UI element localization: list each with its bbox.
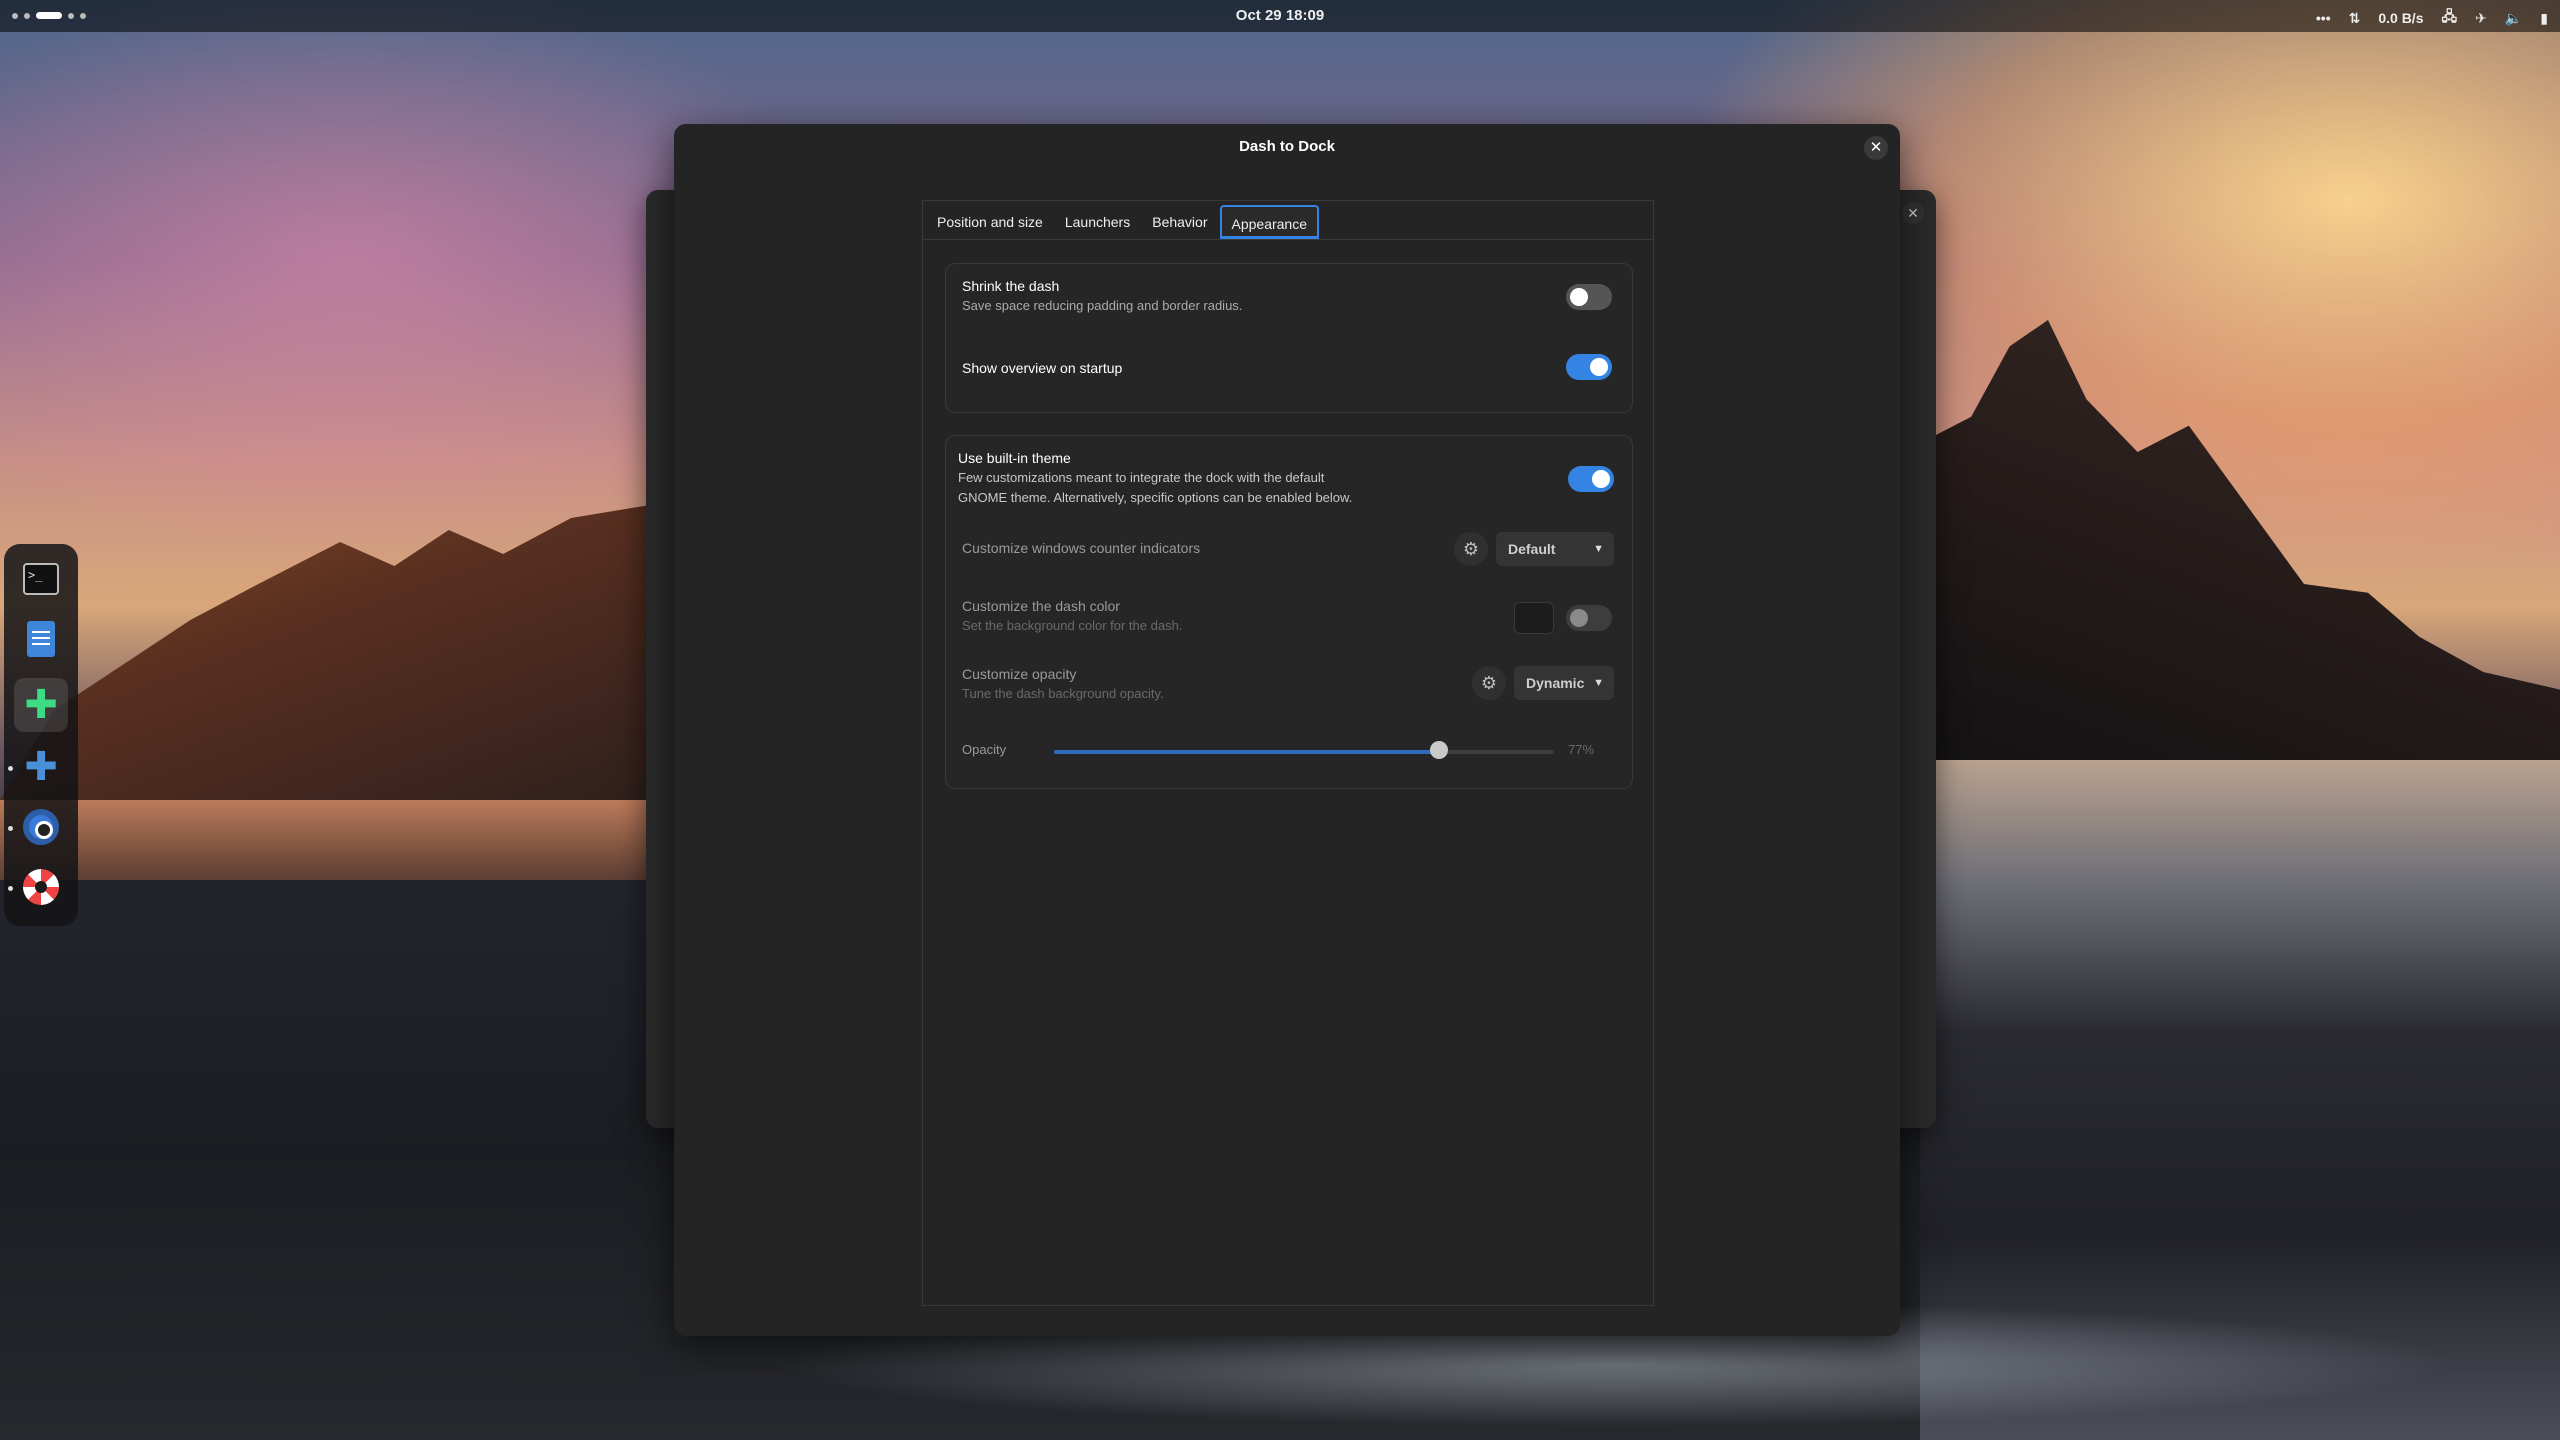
workspace-indicator[interactable]	[12, 12, 86, 19]
airplane-icon[interactable]: ✈	[2475, 10, 2487, 27]
extensions-icon: ✚	[24, 745, 58, 789]
running-indicator	[8, 766, 13, 771]
row-customize-opacity: Customize opacity Tune the dash backgrou…	[946, 666, 1632, 710]
workspace-active[interactable]	[36, 12, 62, 19]
battery-icon[interactable]: ▮	[2540, 10, 2548, 27]
titlebar[interactable]: Dash to Dock ✕	[674, 124, 1900, 176]
row-opacity-slider: Opacity 77%	[946, 741, 1632, 772]
lifebuoy-icon	[23, 869, 59, 905]
row-subtitle: GNOME theme. Alternatively, specific opt…	[958, 490, 1353, 505]
workspace-dot[interactable]	[80, 12, 86, 19]
shrink-dash-switch[interactable]	[1566, 284, 1612, 310]
tab-launchers[interactable]: Launchers	[1055, 205, 1140, 239]
tab-behavior[interactable]: Behavior	[1142, 205, 1217, 239]
dock-notes[interactable]	[20, 618, 62, 660]
wallpaper-reflection	[0, 800, 680, 880]
notes-icon	[27, 621, 55, 657]
extension-manager-icon: ✚	[24, 683, 58, 727]
preferences-window: Dash to Dock ✕ Position and size Launche…	[674, 124, 1900, 1336]
settings-group-theme: Use built-in theme Few customizations me…	[945, 435, 1633, 789]
opacity-slider-fill	[1054, 750, 1439, 754]
dropdown-value: Dynamic	[1526, 675, 1585, 691]
workspace-dot[interactable]	[12, 12, 18, 19]
row-builtin-theme: Use built-in theme Few customizations me…	[946, 450, 1632, 520]
top-bar: Oct 29 18:09 ••• ⇅ 0.0 B/s 🖧 ✈ 🔈 ▮	[0, 0, 2560, 32]
opacity-value: 77%	[1568, 742, 1595, 757]
dash-color-switch[interactable]	[1566, 605, 1612, 631]
gear-icon[interactable]: ⚙	[1472, 666, 1506, 700]
counter-style-dropdown[interactable]: Default ▼	[1496, 532, 1614, 566]
row-shrink-dash: Shrink the dash Save space reducing padd…	[946, 278, 1632, 338]
close-button[interactable]: ✕	[1864, 136, 1888, 160]
tab-appearance[interactable]: Appearance	[1219, 205, 1320, 239]
terminal-icon: >_	[23, 563, 59, 595]
workspace-dot[interactable]	[68, 12, 74, 19]
opacity-mode-dropdown[interactable]: Dynamic ▼	[1514, 666, 1614, 700]
tab-position-and-size[interactable]: Position and size	[927, 205, 1053, 239]
dropdown-value: Default	[1508, 541, 1556, 557]
running-indicator	[8, 826, 13, 831]
row-title: Shrink the dash	[962, 278, 1060, 294]
workspace-dot[interactable]	[24, 12, 30, 19]
notebook: Position and size Launchers Behavior App…	[922, 200, 1654, 1306]
dock: >_ ✚ ✚	[4, 544, 78, 926]
row-subtitle: Save space reducing padding and border r…	[962, 298, 1243, 313]
running-indicator	[8, 886, 13, 891]
wallpaper-mountain-right	[1920, 320, 2560, 760]
system-tray[interactable]: ••• ⇅ 0.0 B/s 🖧 ✈ 🔈 ▮	[2316, 6, 2548, 30]
row-title: Customize windows counter indicators	[962, 540, 1201, 556]
row-show-overview: Show overview on startup	[946, 354, 1632, 400]
overflow-icon[interactable]: •••	[2316, 10, 2331, 26]
clock[interactable]: Oct 29 18:09	[1200, 7, 1360, 24]
row-subtitle: Set the background color for the dash.	[962, 618, 1183, 633]
arrows-updown-icon: ⇅	[2348, 9, 2361, 26]
row-subtitle: Few customizations meant to integrate th…	[958, 470, 1325, 485]
settings-group-dash: Shrink the dash Save space reducing padd…	[945, 263, 1633, 413]
show-overview-switch[interactable]	[1566, 354, 1612, 380]
opacity-slider-handle[interactable]	[1430, 741, 1448, 759]
row-title: Customize the dash color	[962, 598, 1120, 614]
row-subtitle: Tune the dash background opacity.	[962, 686, 1164, 701]
chromium-icon	[23, 809, 59, 845]
slider-label: Opacity	[962, 742, 1007, 757]
close-icon[interactable]: ✕	[1902, 202, 1924, 224]
dock-extensions[interactable]: ✚	[20, 746, 62, 788]
chevron-down-icon: ▼	[1593, 677, 1604, 689]
wallpaper-mountain-left	[0, 500, 680, 800]
volume-icon[interactable]: 🔈	[2505, 10, 2522, 27]
dock-extension-manager[interactable]: ✚	[20, 684, 62, 726]
row-title: Show overview on startup	[962, 360, 1123, 376]
dash-color-swatch[interactable]	[1514, 602, 1554, 634]
row-title: Use built-in theme	[958, 450, 1071, 466]
dock-terminal[interactable]: >_	[20, 558, 62, 600]
window-title: Dash to Dock	[1239, 138, 1335, 155]
dock-chromium[interactable]	[20, 806, 62, 848]
row-dash-color: Customize the dash color Set the backgro…	[946, 598, 1632, 642]
network-icon[interactable]: 🖧	[2441, 6, 2457, 30]
network-speed: 0.0 B/s	[2378, 10, 2424, 26]
tab-bar: Position and size Launchers Behavior App…	[923, 201, 1653, 240]
row-counter-indicators: Customize windows counter indicators ⚙ D…	[946, 532, 1632, 580]
row-title: Customize opacity	[962, 666, 1077, 682]
gear-icon[interactable]: ⚙	[1454, 532, 1488, 566]
dock-help[interactable]	[20, 866, 62, 908]
chevron-down-icon: ▼	[1593, 543, 1604, 555]
builtin-theme-switch[interactable]	[1568, 466, 1614, 492]
